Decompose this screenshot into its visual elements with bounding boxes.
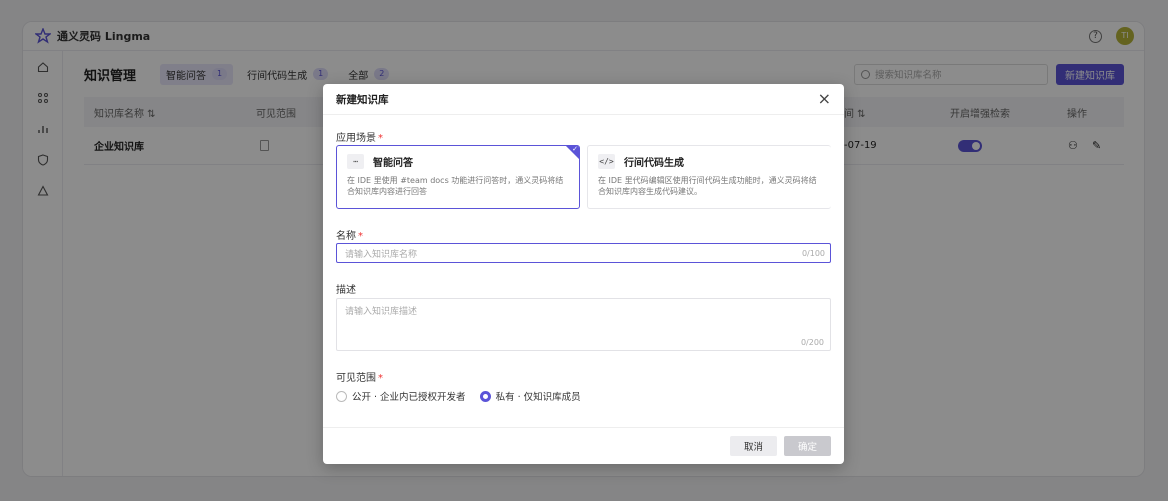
- desc-placeholder: 请输入知识库描述: [345, 307, 418, 317]
- chat-icon: ⋯: [347, 154, 364, 169]
- scene-label-text: 应用场景: [336, 133, 376, 144]
- card-desc: 在 IDE 里代码编辑区使用行间代码生成功能时，通义灵码将结合知识库内容生成代码…: [598, 176, 817, 196]
- required-mark: *: [378, 373, 383, 384]
- card-desc: 在 IDE 里使用 #team docs 功能进行问答时，通义灵码将结合知识库内…: [347, 176, 564, 196]
- desc-label: 描述: [336, 285, 356, 296]
- desc-counter: 0/200: [800, 338, 824, 347]
- cancel-button[interactable]: 取消: [729, 436, 777, 456]
- dialog-title: 新建知识库: [336, 93, 389, 106]
- code-icon: </>: [598, 154, 615, 169]
- name-placeholder: 请输入知识库名称: [345, 249, 418, 260]
- required-mark: *: [378, 133, 383, 144]
- name-counter: 0/100: [801, 248, 825, 258]
- radio-private-label[interactable]: 私有 · 仅知识库成员: [496, 389, 581, 403]
- dialog-header: 新建知识库 ×: [323, 84, 844, 115]
- visibility-radio-group: 公开 · 企业内已授权开发者 私有 · 仅知识库成员: [336, 389, 581, 403]
- scene-card-inline-code[interactable]: </> 行间代码生成 在 IDE 里代码编辑区使用行间代码生成功能时，通义灵码将…: [587, 145, 831, 209]
- name-label: 名称 *: [336, 227, 363, 242]
- desc-textarea[interactable]: 请输入知识库描述 0/200: [336, 298, 831, 351]
- new-knowledge-base-dialog: 新建知识库 × 应用场景 * ✓ ⋯ 智能问答 在 IDE 里使用 #team d…: [323, 84, 844, 464]
- scene-card-smart-qa[interactable]: ✓ ⋯ 智能问答 在 IDE 里使用 #team docs 功能进行问答时，通义…: [336, 145, 580, 209]
- name-label-text: 名称: [336, 231, 356, 242]
- visibility-label: 可见范围 *: [336, 369, 383, 384]
- radio-public[interactable]: [336, 390, 347, 402]
- scene-label: 应用场景 *: [336, 129, 383, 144]
- radio-private[interactable]: [479, 390, 491, 402]
- close-icon[interactable]: ×: [818, 91, 831, 107]
- visibility-label-text: 可见范围: [336, 373, 376, 384]
- card-title: 智能问答: [373, 158, 413, 169]
- dialog-footer: 取消 确定: [323, 427, 844, 464]
- ok-button[interactable]: 确定: [783, 436, 831, 456]
- required-mark: *: [358, 231, 363, 242]
- card-title: 行间代码生成: [624, 158, 684, 169]
- name-input[interactable]: 请输入知识库名称 0/100: [336, 243, 831, 263]
- check-icon: ✓: [572, 145, 578, 153]
- radio-public-label[interactable]: 公开 · 企业内已授权开发者: [352, 389, 466, 403]
